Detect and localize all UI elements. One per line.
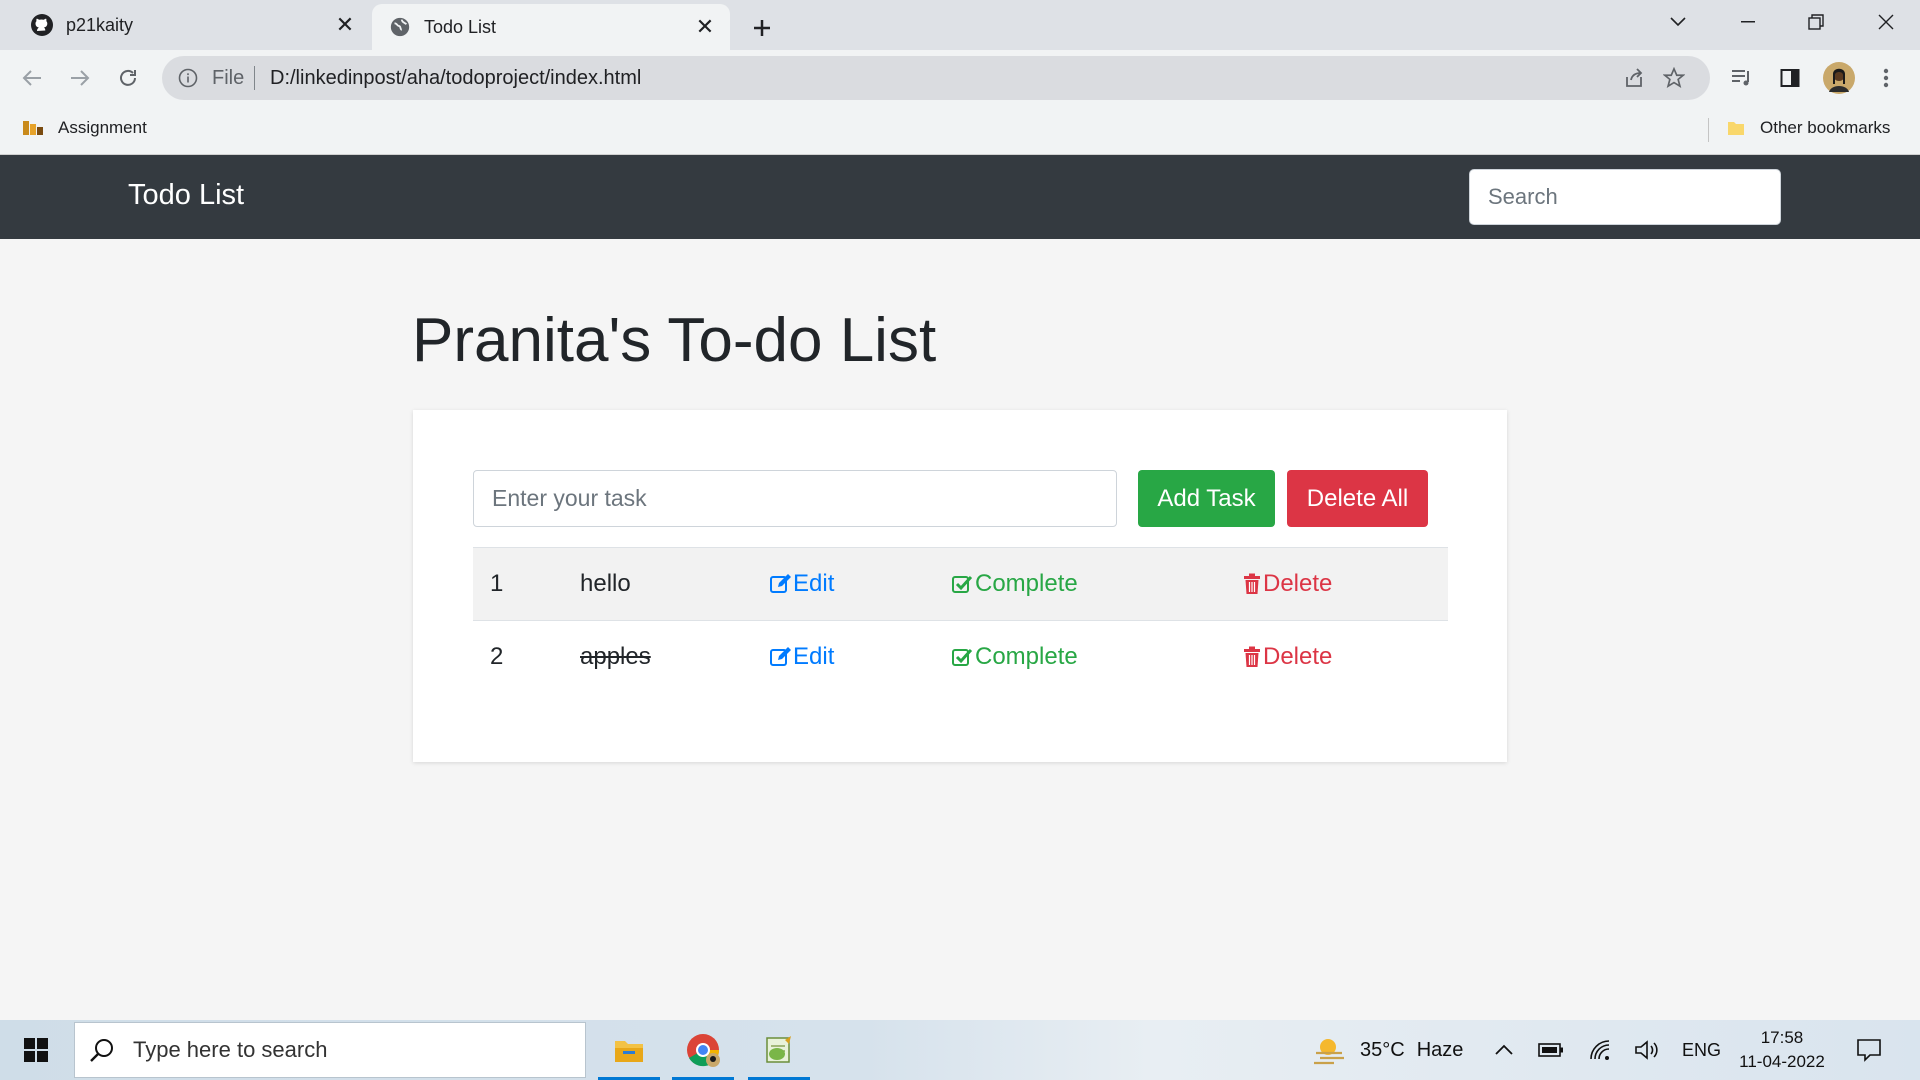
edit-icon: [770, 574, 791, 593]
page-title: Pranita's To-do List: [412, 306, 937, 375]
tab-todo-list[interactable]: Todo List ✕: [372, 4, 730, 50]
delete-all-button[interactable]: Delete All: [1287, 470, 1428, 527]
windows-icon: [24, 1038, 48, 1062]
close-icon[interactable]: ✕: [690, 12, 720, 42]
edit-label: Edit: [793, 570, 835, 597]
taskbar-search-placeholder: Type here to search: [133, 1037, 328, 1062]
address-bar[interactable]: File D:/linkedinpost/aha/todoproject/ind…: [162, 56, 1710, 100]
edit-link[interactable]: Edit: [769, 643, 834, 671]
globe-icon: [388, 15, 412, 39]
task-table: 1 hello Edit Complete Delete 2 apples Ed…: [473, 547, 1448, 693]
forward-icon[interactable]: [60, 58, 100, 98]
search-icon: [89, 1037, 125, 1063]
add-task-button[interactable]: Add Task: [1138, 470, 1275, 527]
battery-icon[interactable]: [1538, 1020, 1564, 1080]
tab-p21kaity[interactable]: p21kaity ✕: [0, 0, 370, 50]
complete-link[interactable]: Complete: [951, 643, 1078, 671]
reload-icon[interactable]: [108, 58, 148, 98]
task-text: apples: [580, 643, 651, 670]
search-input[interactable]: [1469, 169, 1781, 225]
table-row: 1 hello Edit Complete Delete: [473, 547, 1448, 620]
minimize-icon[interactable]: [1718, 0, 1778, 44]
tab-title: p21kaity: [66, 14, 134, 35]
navbar: Todo List: [0, 155, 1920, 239]
bookmarks-bar: Assignment Other bookmarks: [0, 106, 1920, 155]
delete-label: Delete: [1263, 643, 1333, 670]
chevron-up-icon[interactable]: [1494, 1020, 1514, 1080]
navbar-brand[interactable]: Todo List: [128, 179, 244, 212]
clock-time: 17:58: [1760, 1028, 1804, 1047]
complete-label: Complete: [975, 570, 1078, 597]
info-icon[interactable]: [176, 66, 200, 90]
tab-title: Todo List: [424, 16, 497, 37]
complete-link[interactable]: Complete: [951, 570, 1078, 598]
notepad-plus-icon[interactable]: [748, 1020, 810, 1080]
language-indicator[interactable]: ENG: [1682, 1020, 1721, 1080]
bookmark-favicon-icon: [22, 118, 46, 138]
star-icon[interactable]: [1662, 66, 1686, 90]
side-panel-icon[interactable]: [1770, 58, 1810, 98]
chrome-icon[interactable]: [672, 1020, 734, 1080]
github-icon: [30, 13, 54, 37]
divider: [254, 66, 255, 90]
task-number: 1: [490, 570, 504, 597]
weather-widget[interactable]: 35°C Haze: [1312, 1020, 1463, 1080]
trash-icon: [1244, 646, 1260, 667]
delete-link[interactable]: Delete: [1243, 643, 1332, 671]
browser-toolbar: File D:/linkedinpost/aha/todoproject/ind…: [0, 50, 1920, 106]
task-text: hello: [580, 570, 631, 597]
start-button[interactable]: [0, 1020, 72, 1080]
new-tab-button[interactable]: [742, 8, 782, 48]
other-bookmarks[interactable]: Other bookmarks: [1726, 118, 1890, 138]
tab-strip: p21kaity ✕ Todo List ✕: [0, 0, 1920, 50]
folder-icon: [1726, 118, 1746, 138]
media-control-icon[interactable]: [1722, 58, 1762, 98]
bookmark-label: Other bookmarks: [1760, 118, 1891, 137]
taskbar: Type here to search 35°C Haze ENG 17:58 …: [0, 1020, 1920, 1080]
share-icon[interactable]: [1622, 66, 1646, 90]
todo-card: Add Task Delete All 1 hello Edit Complet…: [413, 410, 1507, 762]
edit-icon: [770, 647, 791, 666]
weather-haze-icon: [1314, 1039, 1344, 1065]
delete-link[interactable]: Delete: [1243, 570, 1332, 598]
wifi-icon[interactable]: [1588, 1020, 1612, 1080]
complete-label: Complete: [975, 643, 1078, 670]
more-menu-icon[interactable]: [1866, 58, 1906, 98]
window-close-icon[interactable]: [1856, 0, 1916, 44]
delete-label: Delete: [1263, 570, 1333, 597]
task-input[interactable]: [473, 470, 1117, 527]
divider: [1708, 118, 1709, 142]
close-icon[interactable]: ✕: [330, 10, 360, 40]
trash-icon: [1244, 573, 1260, 594]
avatar[interactable]: [1819, 58, 1859, 98]
edit-link[interactable]: Edit: [769, 570, 834, 598]
weather-temp: 35°C: [1360, 1038, 1405, 1061]
volume-icon[interactable]: [1634, 1020, 1660, 1080]
notification-icon[interactable]: [1856, 1020, 1882, 1080]
back-icon[interactable]: [12, 58, 52, 98]
edit-label: Edit: [793, 643, 835, 670]
tab-search-icon[interactable]: [1648, 0, 1708, 44]
taskbar-search[interactable]: Type here to search: [74, 1022, 586, 1078]
restore-icon[interactable]: [1786, 0, 1846, 44]
page-viewport: Todo List Pranita's To-do List Add Task …: [0, 155, 1920, 1020]
url-scheme: File: [212, 67, 245, 89]
weather-condition: Haze: [1416, 1038, 1464, 1061]
clock-date: 11-04-2022: [1739, 1052, 1825, 1071]
task-number: 2: [490, 643, 504, 670]
check-square-icon: [952, 575, 973, 593]
url-text[interactable]: D:/linkedinpost/aha/todoproject/index.ht…: [270, 67, 641, 90]
table-row: 2 apples Edit Complete Delete: [473, 620, 1448, 693]
check-square-icon: [952, 648, 973, 666]
bookmark-label: Assignment: [58, 118, 147, 137]
file-explorer-icon[interactable]: [598, 1020, 660, 1080]
bookmark-assignment[interactable]: Assignment: [22, 118, 147, 138]
clock[interactable]: 17:58 11-04-2022: [1730, 1026, 1834, 1074]
